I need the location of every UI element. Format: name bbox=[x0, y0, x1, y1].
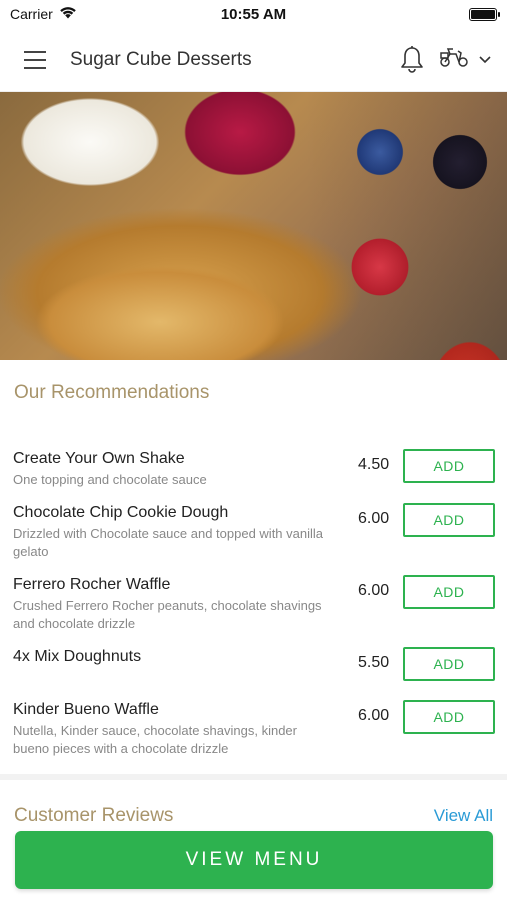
add-button[interactable]: ADD bbox=[403, 449, 495, 483]
menu-item-name: Ferrero Rocher Waffle bbox=[13, 576, 171, 593]
menu-item-description: Drizzled with Chocolate sauce and topped… bbox=[13, 526, 324, 559]
menu-item-name: Create Your Own Shake bbox=[13, 450, 185, 467]
section-divider bbox=[0, 774, 507, 780]
menu-item-description: One topping and chocolate sauce bbox=[13, 472, 207, 487]
menu-item-price: 6.00 bbox=[358, 510, 390, 527]
battery-icon bbox=[469, 7, 500, 21]
menu-item-price: 6.00 bbox=[358, 582, 390, 599]
view-menu-button[interactable]: VIEW MENU bbox=[15, 831, 493, 889]
menu-item-price: 6.00 bbox=[358, 707, 390, 724]
menu-item-name: 4x Mix Doughnuts bbox=[13, 648, 142, 665]
hero-dessert-image bbox=[0, 92, 507, 360]
chevron-down-icon bbox=[479, 51, 491, 69]
menu-item-price: 4.50 bbox=[358, 456, 390, 473]
scooter-icon bbox=[439, 45, 469, 74]
menu-item-name: Kinder Bueno Waffle bbox=[13, 701, 159, 718]
app-header: Sugar Cube Desserts bbox=[0, 28, 507, 92]
menu-item-description: Nutella, Kinder sauce, chocolate shaving… bbox=[13, 723, 297, 756]
menu-item-name: Chocolate Chip Cookie Dough bbox=[13, 504, 229, 521]
add-button[interactable]: ADD bbox=[403, 503, 495, 537]
status-bar: Carrier 10:55 AM bbox=[0, 0, 507, 28]
bell-icon[interactable] bbox=[399, 45, 425, 75]
reviews-heading: Customer Reviews bbox=[14, 805, 174, 826]
add-button[interactable]: ADD bbox=[403, 647, 495, 681]
menu-item-price: 5.50 bbox=[358, 654, 390, 671]
add-button[interactable]: ADD bbox=[403, 700, 495, 734]
status-time: 10:55 AM bbox=[220, 5, 287, 23]
header-actions bbox=[399, 45, 491, 75]
restaurant-title: Sugar Cube Desserts bbox=[70, 48, 252, 70]
delivery-mode-selector[interactable] bbox=[439, 45, 491, 74]
recommendations-heading: Our Recommendations bbox=[14, 382, 210, 403]
view-all-reviews-link[interactable]: View All bbox=[434, 806, 493, 826]
add-button[interactable]: ADD bbox=[403, 575, 495, 609]
hamburger-menu-icon[interactable] bbox=[16, 40, 56, 80]
menu-item-description: Crushed Ferrero Rocher peanuts, chocolat… bbox=[13, 598, 322, 631]
